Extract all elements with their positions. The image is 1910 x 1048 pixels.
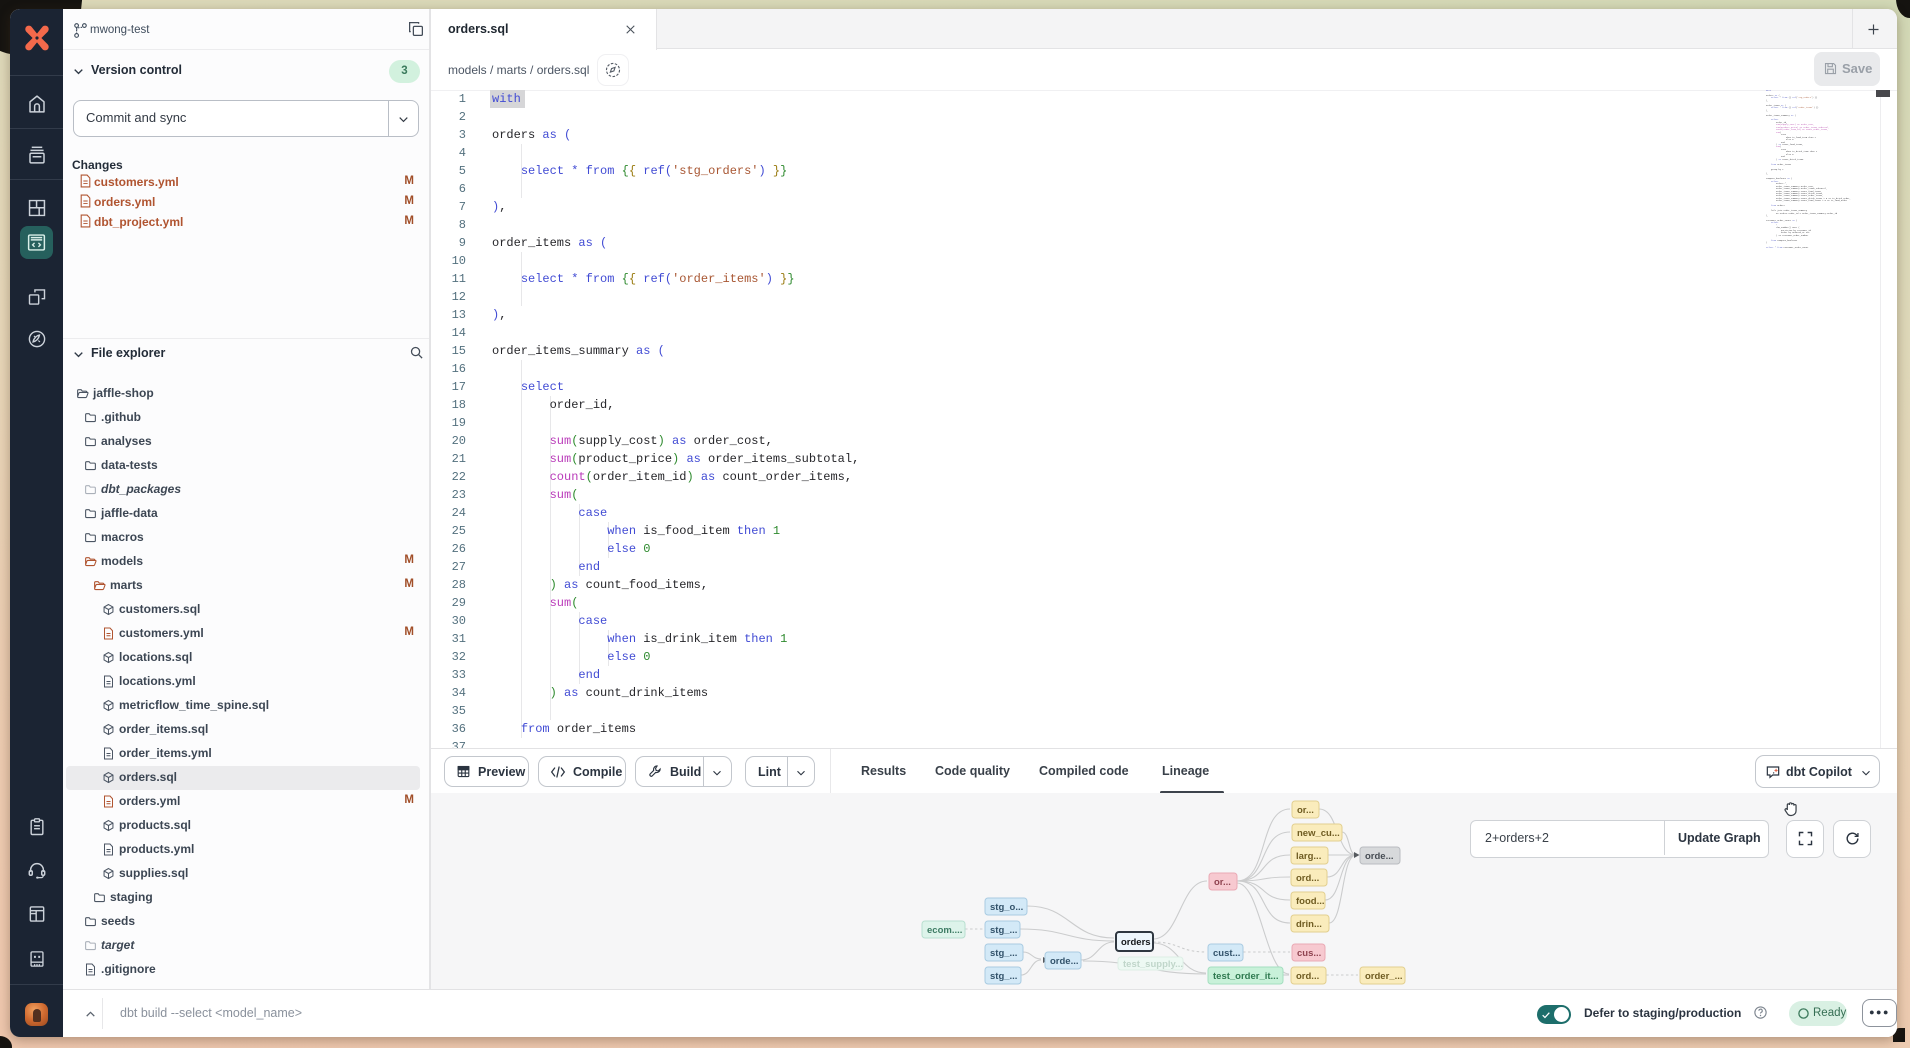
svg-text:cust...: cust... [1213,948,1240,959]
svg-text:stg_o...: stg_o... [990,902,1023,913]
svg-text:stg_...: stg_... [990,971,1017,982]
svg-text:orde...: orde... [1365,851,1394,862]
svg-text:larg...: larg... [1296,851,1321,862]
svg-text:or...: or... [1214,877,1231,888]
svg-text:orders: orders [1121,937,1151,948]
svg-text:ecom....: ecom.... [927,925,962,936]
svg-text:stg_...: stg_... [990,948,1017,959]
svg-text:food...: food... [1296,896,1325,907]
svg-text:drin...: drin... [1296,919,1322,930]
svg-text:orde...: orde... [1050,956,1079,967]
svg-text:test_supply...: test_supply... [1123,959,1183,970]
svg-text:stg_...: stg_... [990,925,1017,936]
svg-text:test_order_it...: test_order_it... [1213,971,1278,982]
svg-text:order_...: order_... [1365,971,1403,982]
svg-text:cus...: cus... [1297,948,1321,959]
svg-text:or...: or... [1297,805,1314,816]
svg-text:ord...: ord... [1296,873,1319,884]
svg-text:new_cu...: new_cu... [1297,828,1340,839]
svg-text:ord...: ord... [1296,971,1319,982]
